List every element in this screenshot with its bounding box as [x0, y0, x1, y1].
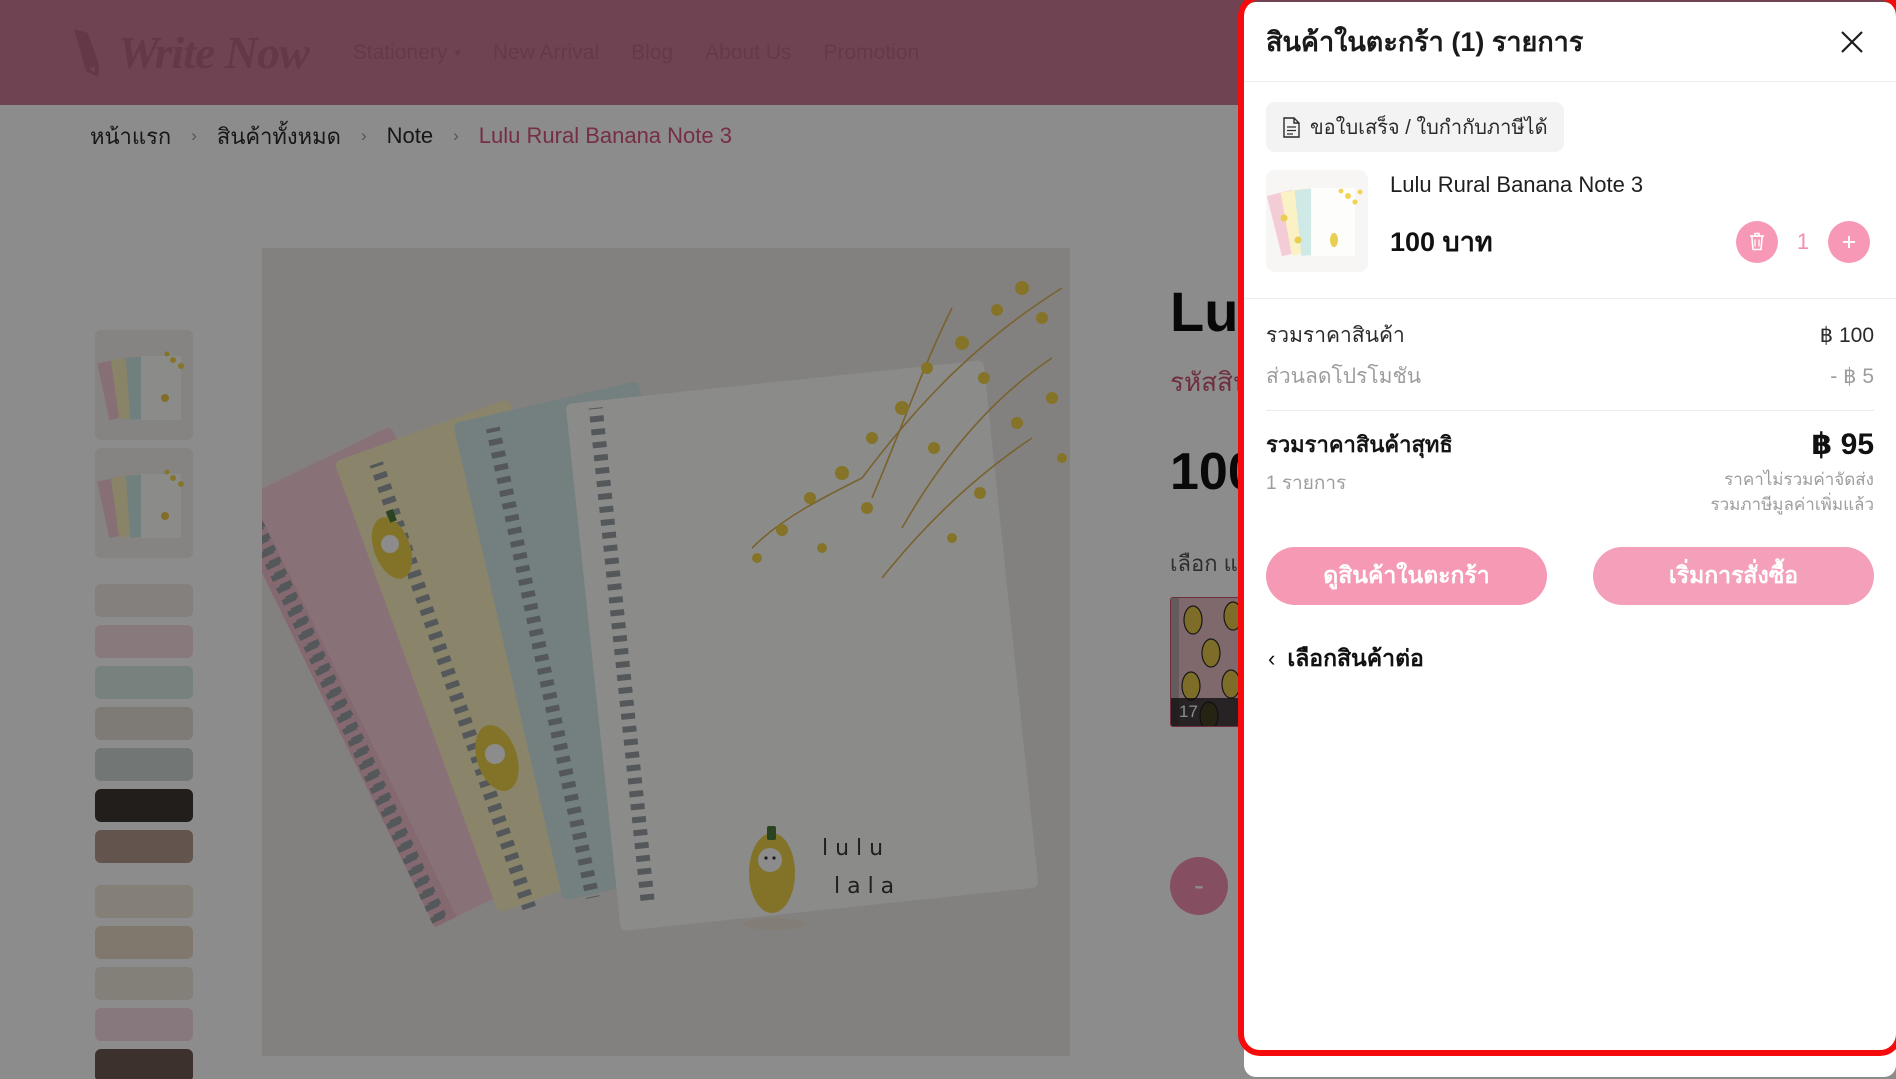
- cart-item-row: 100 บาท 1: [1390, 220, 1874, 263]
- grand-total-amount: ฿ 95: [1811, 428, 1874, 461]
- grand-total: รวมราคาสินค้าสุทธิ 1 รายการ ฿ 95 ราคาไม่…: [1266, 410, 1874, 517]
- total-line-discount: ส่วนลดโปรโมชัน - ฿ 5: [1266, 356, 1874, 397]
- cart-item-details: Lulu Rural Banana Note 3 100 บาท 1: [1390, 170, 1874, 263]
- cart-item-quantity: 1: [1796, 228, 1810, 254]
- notebook-thumb-art: [1266, 170, 1368, 272]
- close-glyph: [1841, 30, 1863, 53]
- grand-total-label: รวมราคาสินค้าสุทธิ: [1266, 432, 1453, 457]
- total-value: ฿ 100: [1819, 324, 1874, 347]
- cart-line-item: Lulu Rural Banana Note 3 100 บาท 1: [1244, 152, 1896, 298]
- total-label: รวมราคาสินค้า: [1266, 324, 1405, 347]
- view-cart-button[interactable]: ดูสินค้าในตะกร้า: [1266, 547, 1547, 606]
- receipt-request-row: ขอใบเสร็จ / ใบกำกับภาษีได้: [1244, 82, 1896, 152]
- continue-shopping-link[interactable]: ‹ เลือกสินค้าต่อ: [1244, 605, 1896, 677]
- screen: Write Now Stationery ▾ New Arrival Blog …: [0, 0, 1896, 1079]
- cart-title: สินค้าในตะกร้า (1) รายการ: [1266, 27, 1584, 57]
- document-icon: [1283, 116, 1300, 138]
- receipt-chip-label: ขอใบเสร็จ / ใบกำกับภาษีได้: [1310, 117, 1548, 139]
- grand-total-item-count: 1 รายการ: [1266, 473, 1347, 494]
- total-label: ส่วนลดโปรโมชัน: [1266, 365, 1422, 388]
- grand-total-note-vat: รวมภาษีมูลค่าเพิ่มแล้ว: [1710, 494, 1874, 514]
- cart-drawer: สินค้าในตะกร้า (1) รายการ ขอใบเสร็จ / ใบ…: [1244, 2, 1896, 1077]
- total-value: - ฿ 5: [1830, 365, 1874, 388]
- plus-icon: [1843, 235, 1855, 248]
- cart-item-name: Lulu Rural Banana Note 3: [1390, 172, 1644, 197]
- receipt-request-chip[interactable]: ขอใบเสร็จ / ใบกำกับภาษีได้: [1266, 102, 1564, 152]
- cart-item-thumbnail[interactable]: [1266, 170, 1368, 272]
- cart-empty-space: [1244, 677, 1896, 1077]
- cart-totals: รวมราคาสินค้า ฿ 100 ส่วนลดโปรโมชัน - ฿ 5…: [1244, 298, 1896, 517]
- total-line-subtotal: รวมราคาสินค้า ฿ 100: [1266, 315, 1874, 356]
- trash-icon[interactable]: [1736, 220, 1778, 263]
- chevron-left-icon: ‹: [1268, 646, 1276, 672]
- cart-item-price: 100 บาท: [1390, 227, 1493, 257]
- grand-total-right: ฿ 95 ราคาไม่รวมค่าจัดส่ง รวมภาษีมูลค่าเพ…: [1710, 427, 1874, 517]
- close-icon[interactable]: [1832, 22, 1872, 62]
- checkout-button[interactable]: เริ่มการสั่งซื้อ: [1593, 547, 1874, 606]
- cart-actions: ดูสินค้าในตะกร้า เริ่มการสั่งซื้อ: [1244, 517, 1896, 606]
- grand-total-note-shipping: ราคาไม่รวมค่าจัดส่ง: [1724, 470, 1874, 489]
- trash-glyph: [1750, 232, 1764, 251]
- grand-total-left: รวมราคาสินค้าสุทธิ 1 รายการ: [1266, 427, 1453, 498]
- continue-shopping-label: เลือกสินค้าต่อ: [1287, 645, 1424, 672]
- cart-item-quantity-controls: 1: [1736, 220, 1874, 263]
- cart-header: สินค้าในตะกร้า (1) รายการ: [1244, 2, 1896, 82]
- add-quantity-button[interactable]: [1828, 220, 1870, 263]
